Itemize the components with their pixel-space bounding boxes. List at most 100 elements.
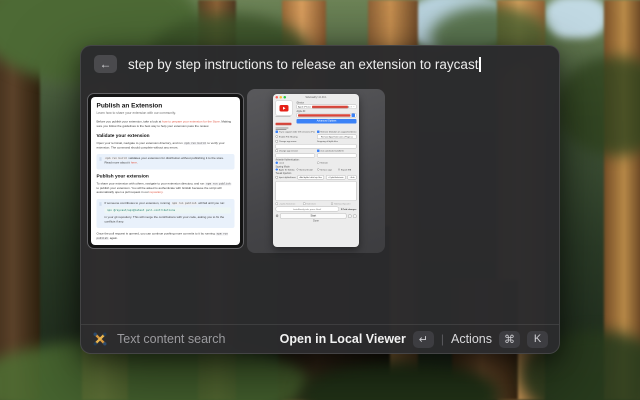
doc-code-inline: npm run publish xyxy=(205,182,231,185)
youtube-app-box xyxy=(276,101,293,116)
doc-text: again. xyxy=(109,237,118,240)
return-key-badge[interactable]: ↵ xyxy=(413,331,434,348)
radio-icon xyxy=(276,162,278,164)
option-label: +Cydia Substrate xyxy=(279,203,296,206)
checkbox-icon xyxy=(276,150,278,152)
search-input[interactable]: step by step instructions to release an … xyxy=(128,57,481,72)
doc-text: Once the pull request is opened, you can… xyxy=(97,233,216,236)
result-thumbnail-screenshot[interactable]: Sideloadly! v0.40.1 iDevice xyxy=(247,89,385,253)
tweak-button: +CydiaSubstrate xyxy=(326,175,346,180)
doc-paragraph: Once the pull request is opened, you can… xyxy=(97,232,235,241)
cmd-key-badge[interactable]: ⌘ xyxy=(499,331,520,348)
radio-icon xyxy=(296,168,298,170)
doc-text: To share your extension with others, nav… xyxy=(97,182,206,185)
paid-label: $ Paid changes xyxy=(341,208,357,211)
tweak-button: Add dylibs/.deb/.zip files xyxy=(298,175,324,180)
option-label: Remove limitation on supported devices xyxy=(320,131,356,134)
option-label: Normal Install xyxy=(300,168,313,171)
doc-code-inline: npm run build xyxy=(105,157,128,160)
doc-code-inline: npm run publish xyxy=(171,202,197,205)
option-label: Change app version xyxy=(279,150,298,153)
tweak-button: +Sub xyxy=(348,175,357,180)
doc-text: . xyxy=(162,191,163,194)
option-label: Substitute xyxy=(306,203,316,206)
device-column: iDevice Apple iPhone ◧ ⟳ ⋯ Apple ID Adva… xyxy=(297,101,357,131)
doc-heading-validate: Validate your extension xyxy=(97,133,235,139)
launcher-panel: ← step by step instructions to release a… xyxy=(80,45,560,354)
doc-heading-publish: Publish your extension xyxy=(97,173,235,179)
option-label: Remote xyxy=(320,162,328,165)
text-cursor xyxy=(479,57,481,72)
radio-icon xyxy=(317,162,319,164)
option-label: Enable File Sharing xyxy=(279,135,298,138)
back-arrow-icon: ← xyxy=(100,57,112,71)
option-label: Service sign xyxy=(320,168,332,171)
info-icon: ⓘ xyxy=(99,202,102,207)
search-mode-label: Text content search xyxy=(117,332,225,346)
option-label: Export IPA xyxy=(341,168,351,171)
option-label: Dropping all dylib files xyxy=(317,140,338,143)
checkbox-icon xyxy=(276,176,278,178)
doc-text: Open your terminal, navigate to your ext… xyxy=(97,142,184,145)
open-in-local-viewer-button[interactable]: Open in Local Viewer xyxy=(280,332,406,346)
radio-icon xyxy=(338,168,340,170)
result-thumbnail-docs[interactable]: Publish an Extension Learn how to share … xyxy=(87,93,244,249)
option-button: Remove App Extensions (Plugins) xyxy=(317,134,357,139)
k-key-badge[interactable]: K xyxy=(527,331,548,348)
tweak-list-box xyxy=(276,181,357,201)
doc-paragraph: To share your extension with others, nav… xyxy=(97,182,235,195)
doc-text: will fail until you run: xyxy=(197,202,225,205)
checkbox-icon xyxy=(303,203,305,205)
bundle-field xyxy=(317,153,357,157)
status-field: Install/verify info, press Start! xyxy=(276,207,339,212)
info-icon: ⓘ xyxy=(99,157,102,162)
doc-text: If someone contributes to your extension… xyxy=(105,202,172,205)
doc-code-block: npx @raycast/api@latest pull-contributio… xyxy=(105,207,232,213)
redacted-scribble xyxy=(298,115,351,117)
settings-icon xyxy=(353,214,357,218)
doc-text: Before you publish your extension, take … xyxy=(97,121,163,124)
option-label: Sideload Spoofer xyxy=(334,203,350,206)
gear-icon: ⚙ xyxy=(276,214,279,218)
footer-bar: Text content search Open in Local Viewer… xyxy=(81,324,559,353)
footer-separator: | xyxy=(441,332,444,346)
advanced-options-button: Advanced Options xyxy=(297,119,357,124)
option-label: Use automatic bundle ID xyxy=(320,150,344,153)
option-label: Try to support older iOS versions (Pro) xyxy=(279,131,315,134)
appleid-dropdown-icon xyxy=(352,114,356,118)
console-icon xyxy=(348,214,352,218)
checkbox-icon xyxy=(276,135,278,137)
app-name-field xyxy=(276,144,357,149)
sky-patch xyxy=(545,0,607,38)
checkbox-icon xyxy=(276,203,278,205)
radio-icon xyxy=(276,168,278,170)
search-query-text: step by step instructions to release an … xyxy=(128,57,478,72)
search-mode-icon xyxy=(92,331,108,347)
checkbox-icon xyxy=(331,203,333,205)
checkbox-icon xyxy=(276,140,278,142)
idevice-dropdown: Apple iPhone ◧ ⟳ ⋯ xyxy=(297,105,357,110)
option-label: Apple ID Sideload xyxy=(279,168,295,171)
done-label: Done xyxy=(276,220,357,223)
doc-link: how to prepare your extension for the St… xyxy=(162,121,220,124)
doc-info-box: ⓘ npm run build validates your extension… xyxy=(97,154,235,169)
doc-info-box: ⓘ If someone contributes to your extensi… xyxy=(97,199,235,228)
option-label: Inject dylibs/frameworks xyxy=(279,176,296,179)
start-button: Start xyxy=(280,213,346,219)
actions-button[interactable]: Actions xyxy=(451,332,492,346)
doc-paragraph: Before you publish your extension, take … xyxy=(97,120,235,129)
appleid-field xyxy=(297,113,357,118)
doc-text: . xyxy=(137,162,138,165)
device-text: Apple iPhone xyxy=(298,106,311,109)
doc-link: repository xyxy=(150,191,163,194)
window-title: Sideloadly! v0.40.1 xyxy=(276,96,357,99)
doc-subtitle: Learn how to share your extension with o… xyxy=(97,111,235,116)
checkbox-icon xyxy=(276,131,278,133)
doc-code-inline: npm run build xyxy=(183,142,206,145)
sideloadly-window: Sideloadly! v0.40.1 iDevice xyxy=(273,94,359,247)
checkbox-icon xyxy=(317,131,319,133)
back-button[interactable]: ← xyxy=(94,55,117,73)
doc-page: Publish an Extension Learn how to share … xyxy=(91,97,240,245)
doc-paragraph: npm run build validates your extension f… xyxy=(105,157,232,166)
option-label: Change app name xyxy=(279,140,297,143)
